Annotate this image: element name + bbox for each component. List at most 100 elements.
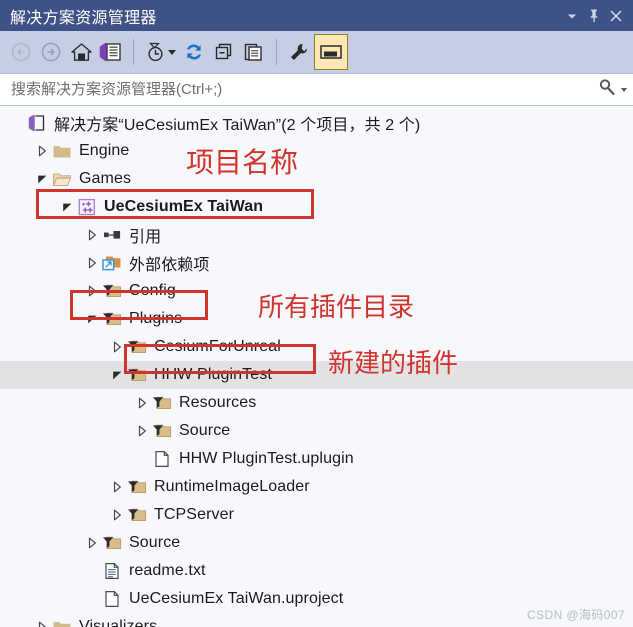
tree-node-label: Source [129,534,181,551]
tree-node-runtimeimage[interactable]: RuntimeImageLoader [0,473,633,501]
tree-node-readme[interactable]: readme.txt [0,557,633,585]
expand-chevron-icon[interactable] [83,221,101,249]
tree-node-label: Games [79,170,132,187]
forward-button[interactable] [36,36,66,68]
file-blank-icon [101,588,123,610]
external-deps-icon [101,252,123,274]
tree-node-tcpserver[interactable]: TCPServer [0,501,633,529]
tree-node-uplugin-file[interactable]: HHW PluginTest.uplugin [0,445,633,473]
tree-node-hhw-plugintest[interactable]: HHW PluginTest [0,361,633,389]
tree-node-plugins[interactable]: Plugins [0,305,633,333]
search-input[interactable] [9,80,598,99]
tree-node-label: Config [129,282,176,299]
tree-node-label: UeCesiumEx TaiWan.uproject [129,590,344,607]
tree-rows-container: 解决方案“UeCesiumEx TaiWan”(2 个项目，共 2 个) Engi… [0,109,633,627]
collapse-chevron-icon[interactable] [58,193,76,221]
expand-chevron-icon[interactable] [33,137,51,165]
tree-node-label: TCPServer [154,506,235,523]
back-button[interactable] [6,36,36,68]
tree-node-plugin-source[interactable]: Source [0,417,633,445]
folder-open-icon [51,168,73,190]
tree-node-label: HHW PluginTest [154,366,272,383]
home-button[interactable] [66,36,96,68]
pin-icon[interactable] [583,4,605,28]
tree-node-label: RuntimeImageLoader [154,478,310,495]
tree-node-label: Visualizers [79,618,158,627]
collapse-chevron-icon[interactable] [83,305,101,333]
pending-changes-button[interactable] [141,36,179,68]
folder-closed-icon [51,140,73,162]
collapse-chevron-icon[interactable] [33,165,51,193]
tree-node-label: readme.txt [129,562,206,579]
tree-node-references[interactable]: 引用 [0,221,633,249]
filter-folder-icon [101,280,123,302]
tree-node-label: 解决方案“UeCesiumEx TaiWan”(2 个项目，共 2 个) [54,117,421,134]
search-icon[interactable] [598,78,616,101]
tree-node-label: UeCesiumEx TaiWan [104,198,264,215]
watermark: CSDN @海码007 [527,608,625,622]
tree-node-games[interactable]: Games [0,165,633,193]
filter-folder-icon [126,364,148,386]
expand-chevron-icon[interactable] [108,333,126,361]
expand-chevron-icon[interactable] [133,417,151,445]
dropdown-icon[interactable] [561,4,583,28]
tree-node-label: CesiumForUnreal [154,338,281,355]
solution-tree[interactable]: 解决方案“UeCesiumEx TaiWan”(2 个项目，共 2 个) Engi… [0,106,633,627]
toolbar-separator [133,39,134,65]
tree-node-label: 外部依赖项 [129,257,210,274]
collapse-all-button[interactable] [209,36,239,68]
references-icon [101,224,123,246]
expand-chevron-icon[interactable] [83,249,101,277]
filter-folder-icon [151,392,173,414]
expand-chevron-icon[interactable] [83,277,101,305]
search-options-chevron-icon[interactable] [621,87,627,92]
tree-node-label: HHW PluginTest.uplugin [179,450,354,467]
expand-chevron-icon[interactable] [133,389,151,417]
file-text-icon [101,560,123,582]
close-icon[interactable] [605,4,627,28]
expand-chevron-icon[interactable] [108,473,126,501]
tree-node-resources[interactable]: Resources [0,389,633,417]
tree-node-label: Resources [179,394,257,411]
tree-node-engine[interactable]: Engine [0,137,633,165]
tree-node-solution[interactable]: 解决方案“UeCesiumEx TaiWan”(2 个项目，共 2 个) [0,109,633,137]
expand-chevron-icon[interactable] [83,529,101,557]
solution-explorer-toolbar [0,31,633,74]
cpp-project-icon [76,196,98,218]
filter-folder-icon [101,308,123,330]
expand-chevron-icon[interactable] [108,501,126,529]
solution-explorer-button[interactable] [96,36,126,68]
chevron-down-icon[interactable] [167,49,176,55]
tree-node-project[interactable]: UeCesiumEx TaiWan [0,193,633,221]
page-title: 解决方案资源管理器 [10,9,157,27]
toolbar-separator-2 [276,39,277,65]
tree-node-label: Engine [79,142,130,159]
collapse-chevron-icon[interactable] [108,361,126,389]
tree-node-config[interactable]: Config [0,277,633,305]
show-all-files-button[interactable] [239,36,269,68]
expand-chevron-icon[interactable] [33,613,51,627]
properties-button[interactable] [284,36,314,68]
preview-selected-items-button[interactable] [314,34,348,70]
filter-folder-icon [126,336,148,358]
solution-icon [26,112,48,134]
window-titlebar: 解决方案资源管理器 [0,0,633,31]
tree-node-external-deps[interactable]: 外部依赖项 [0,249,633,277]
tree-node-label: 引用 [129,229,162,246]
filter-folder-icon [126,504,148,526]
tree-node-source[interactable]: Source [0,529,633,557]
refresh-button[interactable] [179,36,209,68]
filter-folder-icon [126,476,148,498]
tree-node-cesium[interactable]: CesiumForUnreal [0,333,633,361]
tree-node-label: Source [179,422,231,439]
filter-folder-icon [101,532,123,554]
file-blank-icon [151,448,173,470]
folder-closed-icon [51,616,73,627]
search-bar[interactable] [0,74,633,106]
filter-folder-icon [151,420,173,442]
tree-node-label: Plugins [129,310,183,327]
